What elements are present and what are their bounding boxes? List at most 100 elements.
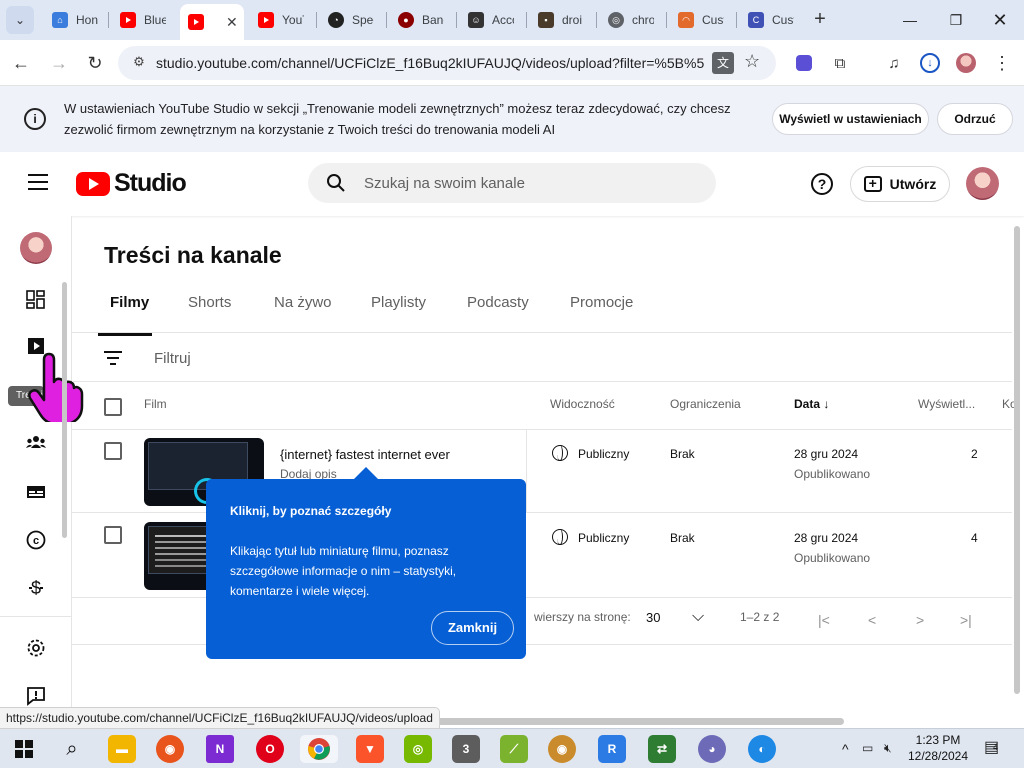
taskbar-clock[interactable]: 1:23 PM 12/28/2024 bbox=[906, 732, 970, 764]
column-header-restrictions[interactable]: Ograniczenia bbox=[670, 397, 741, 411]
minimize-window-icon[interactable]: — bbox=[898, 8, 922, 32]
browser-tab[interactable]: ▪ droi bbox=[530, 4, 592, 36]
earn-dollar-icon[interactable]: $ bbox=[24, 576, 48, 600]
opera-icon[interactable]: O bbox=[256, 735, 284, 763]
row-checkbox[interactable] bbox=[104, 442, 122, 460]
create-button[interactable]: + Utwórz bbox=[850, 166, 950, 202]
search-icon[interactable]: ⌕ bbox=[58, 735, 86, 763]
remote-app-icon[interactable]: R bbox=[598, 735, 626, 763]
select-all-checkbox[interactable] bbox=[104, 398, 122, 416]
browser-tab-active[interactable]: ✕ bbox=[180, 4, 244, 40]
media-control-icon[interactable]: ♫ bbox=[882, 51, 906, 75]
extensions-puzzle-icon[interactable]: ⧉ bbox=[828, 51, 852, 75]
visibility-value[interactable]: Publiczny bbox=[578, 447, 629, 461]
account-avatar[interactable] bbox=[966, 167, 999, 200]
browser-tab[interactable]: YouT bbox=[250, 4, 312, 36]
tab-playlisty[interactable]: Playlisty bbox=[371, 294, 467, 332]
back-arrow-icon[interactable]: ← bbox=[8, 50, 34, 76]
site-info-icon[interactable]: ⚙ bbox=[130, 54, 148, 72]
chrome-icon[interactable] bbox=[300, 735, 338, 763]
tab-shorts[interactable]: Shorts bbox=[188, 294, 274, 332]
tab-search-button[interactable]: ⌄ bbox=[6, 6, 34, 34]
address-bar[interactable]: ⚙ studio.youtube.com/channel/UCFiClzE_f1… bbox=[118, 46, 776, 80]
browser-tab[interactable]: ● Banc bbox=[390, 4, 452, 36]
feedback-icon[interactable] bbox=[24, 684, 48, 708]
youtube-studio-logo[interactable]: Studio bbox=[76, 169, 187, 198]
browser-tab[interactable]: C Cust bbox=[740, 4, 802, 36]
previous-page-icon[interactable]: < bbox=[868, 612, 876, 628]
main-scrollbar[interactable] bbox=[1014, 226, 1020, 694]
tab-promocje[interactable]: Promocje bbox=[570, 294, 650, 332]
filter-icon[interactable] bbox=[104, 351, 122, 365]
first-page-icon[interactable]: |< bbox=[818, 612, 830, 628]
column-header-date[interactable]: Data ↓ bbox=[794, 397, 829, 411]
last-page-icon[interactable]: >| bbox=[960, 612, 972, 628]
view-in-settings-button[interactable]: Wyświetl w ustawieniach bbox=[772, 103, 929, 135]
browser-menu-icon[interactable]: ⋮ bbox=[990, 51, 1014, 75]
popup-close-button[interactable]: Zamknij bbox=[431, 611, 514, 645]
tab-filmy[interactable]: Filmy bbox=[98, 294, 188, 336]
new-tab-button[interactable]: + bbox=[808, 8, 832, 32]
windows-start-icon[interactable] bbox=[10, 735, 38, 763]
notifications-icon[interactable]: ▤4 bbox=[984, 737, 1004, 757]
column-header-views[interactable]: Wyświetl... bbox=[918, 397, 975, 411]
rainbow-favicon-icon: ◠ bbox=[678, 12, 694, 28]
onenote-icon[interactable]: N bbox=[206, 735, 234, 763]
browser-tab[interactable]: ◠ Cust bbox=[670, 4, 732, 36]
extension-icon[interactable] bbox=[792, 51, 816, 75]
app-eye-icon[interactable]: ◉ bbox=[548, 735, 576, 763]
calendar-app-icon[interactable]: 3 bbox=[452, 735, 480, 763]
close-tab-icon[interactable]: ✕ bbox=[226, 14, 238, 31]
tab-na-zywo[interactable]: Na żywo bbox=[274, 294, 371, 332]
nvidia-icon[interactable]: ◎ bbox=[404, 735, 432, 763]
visibility-value[interactable]: Publiczny bbox=[578, 531, 629, 545]
hamburger-menu-icon[interactable] bbox=[28, 174, 48, 190]
sidebar-scrollbar[interactable] bbox=[62, 282, 67, 538]
subtitles-icon[interactable] bbox=[24, 480, 48, 504]
next-page-icon[interactable]: > bbox=[916, 612, 924, 628]
bookmark-star-icon[interactable]: ☆ bbox=[744, 51, 760, 72]
horizontal-scrollbar[interactable] bbox=[434, 718, 844, 725]
brave-icon[interactable]: ▼ bbox=[356, 735, 384, 763]
rows-per-page-select[interactable]: 30 bbox=[646, 610, 660, 625]
channel-avatar[interactable] bbox=[20, 232, 52, 264]
url-text[interactable]: studio.youtube.com/channel/UCFiClzE_f16B… bbox=[156, 55, 704, 71]
network-tool-icon[interactable]: ⇄ bbox=[648, 735, 676, 763]
search-input[interactable] bbox=[364, 172, 694, 194]
ghost-app-icon[interactable]: ◕ bbox=[698, 735, 726, 763]
translate-icon[interactable]: 文 bbox=[712, 52, 734, 74]
help-icon[interactable]: ? bbox=[811, 173, 833, 195]
dismiss-button[interactable]: Odrzuć bbox=[937, 103, 1013, 135]
network-icon[interactable]: ▭ bbox=[862, 741, 873, 755]
tab-podcasty[interactable]: Podcasty bbox=[467, 294, 570, 332]
video-title[interactable]: {internet} fastest internet ever bbox=[280, 447, 450, 462]
close-window-icon[interactable]: ✕ bbox=[988, 8, 1012, 32]
chevron-down-icon[interactable]: ⌵ bbox=[692, 608, 704, 626]
dashboard-icon[interactable] bbox=[24, 288, 48, 312]
download-icon[interactable]: ↓ bbox=[918, 51, 942, 75]
profile-avatar[interactable] bbox=[954, 51, 978, 75]
windows-taskbar: ⌕ ▬ ◉ N O ▼ ◎ 3 ⟋ ◉ R ⇄ ◕ ◐ ^ ▭ 🔇︎ 1:23 … bbox=[0, 728, 1024, 768]
peazip-icon[interactable]: ⟋ bbox=[500, 735, 528, 763]
browser-tab[interactable]: ☺ Acco bbox=[460, 4, 522, 36]
copyright-icon[interactable]: c bbox=[24, 528, 48, 552]
filter-input[interactable]: Filtruj bbox=[154, 350, 191, 367]
volume-muted-icon[interactable]: 🔇︎ bbox=[884, 741, 892, 756]
filter-bar[interactable]: Filtruj bbox=[104, 346, 191, 370]
column-header-visibility[interactable]: Widoczność bbox=[550, 397, 615, 411]
row-checkbox[interactable] bbox=[104, 526, 122, 544]
browser-tab[interactable]: ◔ Spee bbox=[320, 4, 382, 36]
browser-app-icon[interactable]: ◐ bbox=[748, 735, 776, 763]
channel-search-bar[interactable] bbox=[308, 163, 716, 203]
settings-gear-icon[interactable] bbox=[24, 636, 48, 660]
browser-tab[interactable]: ◎ chro bbox=[600, 4, 662, 36]
restore-window-icon[interactable]: ❐ bbox=[944, 8, 968, 32]
firefox-icon[interactable]: ◉ bbox=[156, 735, 184, 763]
file-explorer-icon[interactable]: ▬ bbox=[108, 735, 136, 763]
browser-tab[interactable]: ⌂ Hon bbox=[44, 4, 106, 36]
browser-tab[interactable]: Blue bbox=[112, 4, 174, 36]
reload-icon[interactable]: ↻ bbox=[82, 50, 108, 76]
community-icon[interactable] bbox=[24, 430, 48, 454]
show-hidden-icons-icon[interactable]: ^ bbox=[842, 741, 849, 757]
forward-arrow-icon[interactable]: → bbox=[46, 50, 72, 76]
